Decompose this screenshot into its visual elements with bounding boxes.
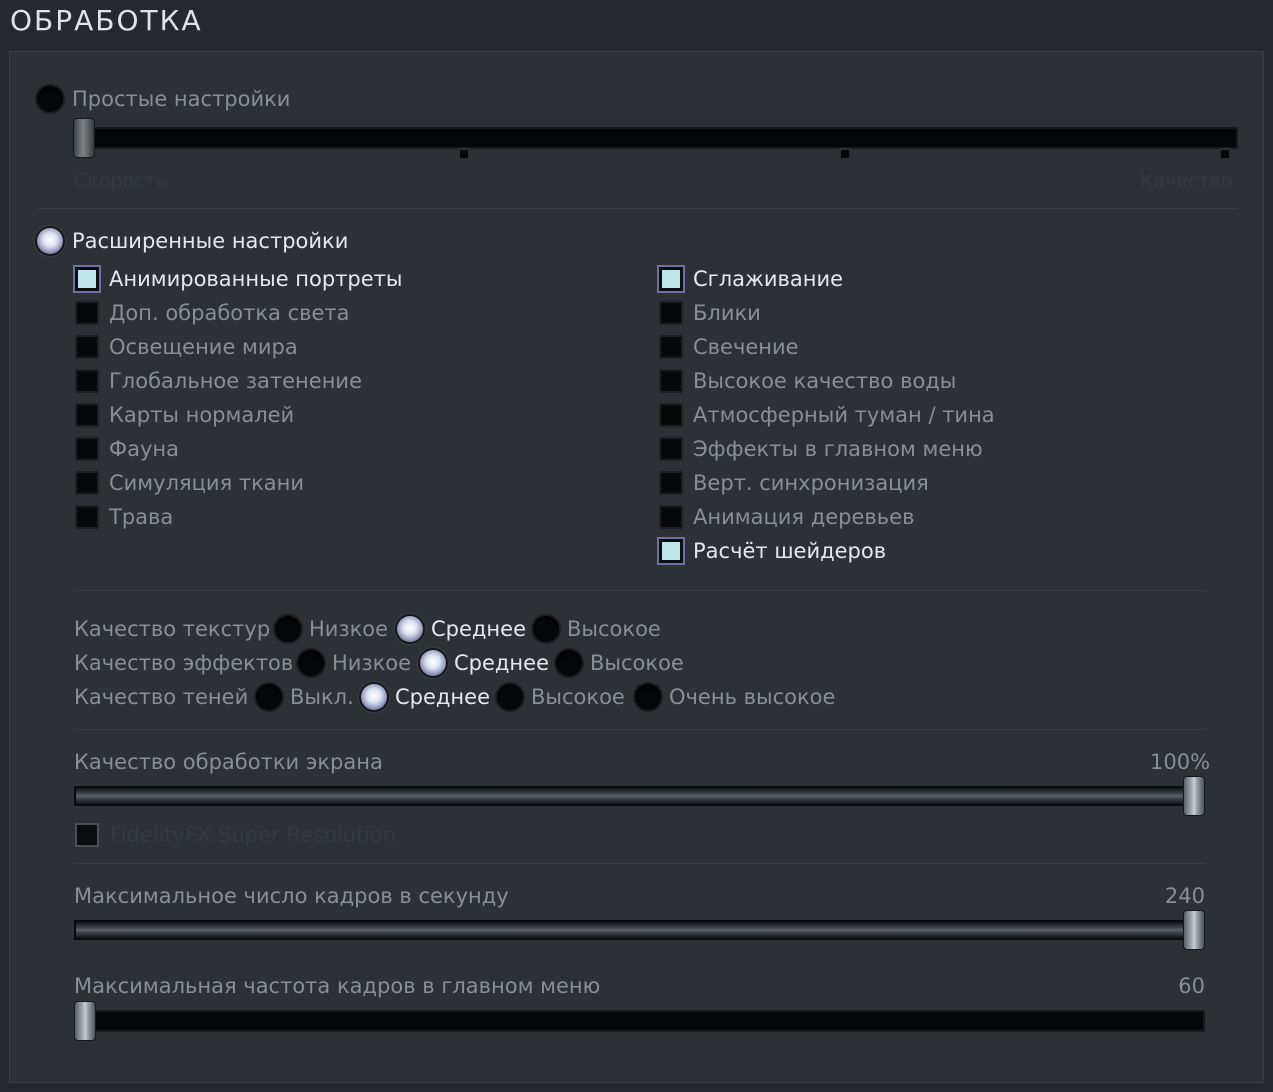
fsr-checkbox[interactable]: [75, 823, 99, 847]
max-fps-slider-handle[interactable]: [1183, 910, 1205, 950]
left-checkbox-label-6: Симуляция ткани: [109, 471, 305, 495]
simple-quality-slider-handle[interactable]: [73, 118, 95, 158]
right-checkbox-8[interactable]: [659, 539, 683, 563]
left-checkbox-3[interactable]: [75, 369, 99, 393]
left-checkbox-label-7: Трава: [109, 505, 174, 529]
right-checkbox-2[interactable]: [659, 335, 683, 359]
shadow-quality-high-radio[interactable]: [497, 684, 523, 710]
right-checkbox-4[interactable]: [659, 403, 683, 427]
right-checkbox-label-1: Блики: [693, 301, 761, 325]
right-checkbox-label-4: Атмосферный туман / тина: [693, 403, 995, 427]
left-checkbox-label-2: Освещение мира: [109, 335, 298, 359]
texture-quality-label: Качество текстур: [74, 617, 271, 641]
effects-quality-medium-label: Среднее: [454, 651, 550, 675]
left-checkbox-label-3: Глобальное затенение: [109, 369, 363, 393]
max-fps-label: Максимальное число кадров в секунду: [74, 884, 509, 908]
effects-quality-label: Качество эффектов: [74, 651, 294, 675]
texture-quality-medium-label: Среднее: [431, 617, 527, 641]
shadow-quality-ultra-label: Очень высокое: [669, 685, 836, 709]
fsr-label: FidelityFX Super Resolution: [110, 823, 397, 847]
left-checkbox-label-1: Доп. обработка света: [109, 301, 350, 325]
left-checkbox-0[interactable]: [75, 267, 99, 291]
divider: [74, 863, 1205, 864]
advanced-settings-label: Расширенные настройки: [72, 229, 349, 253]
divider: [37, 208, 1237, 209]
shadow-quality-medium-label: Среднее: [395, 685, 491, 709]
shadow-quality-off-label: Выкл.: [290, 685, 354, 709]
right-checkbox-label-8: Расчёт шейдеров: [693, 539, 887, 563]
left-checkbox-5[interactable]: [75, 437, 99, 461]
left-checkbox-7[interactable]: [75, 505, 99, 529]
advanced-settings-radio[interactable]: [37, 228, 63, 254]
right-checkbox-3[interactable]: [659, 369, 683, 393]
texture-quality-high-label: Высокое: [567, 617, 661, 641]
screen-quality-slider-handle[interactable]: [1183, 776, 1205, 816]
simple-settings-label: Простые настройки: [72, 87, 291, 111]
right-checkbox-label-7: Анимация деревьев: [693, 505, 915, 529]
effects-quality-low-label: Низкое: [332, 651, 412, 675]
right-checkbox-1[interactable]: [659, 301, 683, 325]
right-checkbox-7[interactable]: [659, 505, 683, 529]
slider-tick: [458, 148, 470, 160]
simple-quality-slider[interactable]: [74, 127, 1238, 149]
menu-fps-slider-handle[interactable]: [74, 1001, 96, 1041]
slider-tick: [839, 148, 851, 160]
shadow-quality-medium-radio[interactable]: [361, 684, 387, 710]
effects-quality-high-label: Высокое: [590, 651, 684, 675]
max-fps-value: 240: [1164, 884, 1205, 908]
slider-right-label: Качество: [1140, 170, 1233, 192]
right-checkbox-label-3: Высокое качество воды: [693, 369, 957, 393]
screen-quality-label: Качество обработки экрана: [74, 750, 383, 774]
divider: [74, 590, 1205, 591]
slider-left-label: Скорость: [74, 170, 167, 192]
shadow-quality-ultra-radio[interactable]: [635, 684, 661, 710]
right-checkbox-5[interactable]: [659, 437, 683, 461]
right-checkbox-0[interactable]: [659, 267, 683, 291]
menu-fps-label: Максимальная частота кадров в главном ме…: [74, 974, 601, 998]
shadow-quality-high-label: Высокое: [531, 685, 625, 709]
texture-quality-low-radio[interactable]: [275, 616, 301, 642]
right-checkbox-6[interactable]: [659, 471, 683, 495]
effects-quality-low-radio[interactable]: [298, 650, 324, 676]
shadow-quality-label: Качество теней: [74, 685, 249, 709]
menu-fps-slider[interactable]: [74, 1010, 1205, 1032]
left-checkbox-label-0: Анимированные портреты: [109, 267, 403, 291]
screen-quality-value: 100%: [1150, 750, 1211, 774]
left-checkbox-label-4: Карты нормалей: [109, 403, 295, 427]
texture-quality-high-radio[interactable]: [533, 616, 559, 642]
left-checkbox-6[interactable]: [75, 471, 99, 495]
divider: [74, 729, 1205, 730]
left-checkbox-2[interactable]: [75, 335, 99, 359]
texture-quality-low-label: Низкое: [309, 617, 389, 641]
max-fps-slider[interactable]: [74, 920, 1205, 940]
right-checkbox-label-0: Сглаживание: [693, 267, 844, 291]
right-checkbox-label-5: Эффекты в главном меню: [693, 437, 983, 461]
left-checkbox-label-5: Фауна: [109, 437, 179, 461]
left-checkbox-4[interactable]: [75, 403, 99, 427]
left-checkbox-1[interactable]: [75, 301, 99, 325]
shadow-quality-off-radio[interactable]: [256, 684, 282, 710]
texture-quality-medium-radio[interactable]: [397, 616, 423, 642]
effects-quality-medium-radio[interactable]: [420, 650, 446, 676]
right-checkbox-label-2: Свечение: [693, 335, 799, 359]
right-checkbox-label-6: Верт. синхронизация: [693, 471, 929, 495]
slider-tick: [1219, 148, 1231, 160]
page-title: ОБРАБОТКА: [10, 4, 203, 37]
menu-fps-value: 60: [1178, 974, 1205, 998]
simple-settings-radio[interactable]: [37, 86, 63, 112]
effects-quality-high-radio[interactable]: [556, 650, 582, 676]
screen-quality-slider[interactable]: [74, 786, 1205, 806]
